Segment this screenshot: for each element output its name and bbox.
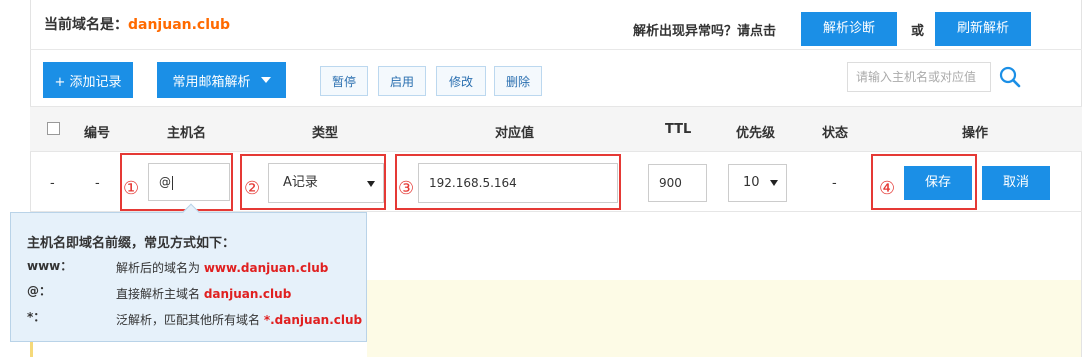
refresh-button[interactable]: 刷新解析 bbox=[935, 12, 1031, 46]
tooltip-example: www.danjuan.club bbox=[203, 261, 329, 275]
priority-value: 10 bbox=[743, 175, 760, 190]
col-actions: 操作 bbox=[962, 126, 989, 141]
notice-area bbox=[367, 280, 1081, 357]
annotation-box-2 bbox=[240, 154, 386, 210]
domain-prefix: 当前域名是： bbox=[44, 17, 128, 33]
status-value: - bbox=[832, 176, 837, 191]
annotation-marker-4: ④ bbox=[879, 178, 896, 199]
col-type: 类型 bbox=[312, 126, 339, 141]
caret-down-icon bbox=[260, 77, 271, 83]
tooltip-key-www: www： bbox=[27, 259, 73, 273]
annotation-marker-2: ② bbox=[244, 178, 261, 199]
annotation-box-3 bbox=[395, 154, 621, 210]
current-domain: 当前域名是：danjuan.club bbox=[44, 14, 230, 34]
tooltip-key-at: @： bbox=[27, 284, 52, 298]
tooltip-desc-at: 直接解析主域名 danjuan.club bbox=[116, 285, 291, 302]
mail-resolve-dropdown[interactable]: 常用邮箱解析 bbox=[157, 62, 286, 98]
tooltip-desc-text: 解析后的域名为 bbox=[116, 261, 201, 275]
annotation-marker-3: ③ bbox=[398, 178, 415, 199]
col-value: 对应值 bbox=[495, 126, 535, 141]
row-checkbox-placeholder: - bbox=[50, 176, 55, 191]
priority-select[interactable]: 10 bbox=[728, 164, 787, 202]
col-ttl: TTL bbox=[665, 122, 692, 137]
col-status: 状态 bbox=[822, 126, 849, 141]
add-record-button[interactable]: + 添加记录 bbox=[43, 62, 133, 98]
tooltip-desc-text: 直接解析主域名 bbox=[116, 287, 201, 301]
pause-button[interactable]: 暂停 bbox=[320, 66, 368, 96]
enable-button[interactable]: 启用 bbox=[378, 66, 426, 96]
tooltip-example: danjuan.club bbox=[203, 287, 292, 301]
annotation-marker-1: ① bbox=[123, 178, 140, 199]
mail-resolve-label: 常用邮箱解析 bbox=[172, 74, 251, 90]
col-priority: 优先级 bbox=[736, 126, 776, 141]
col-host: 主机名 bbox=[167, 126, 207, 141]
tooltip-key-wildcard: *： bbox=[27, 310, 46, 324]
ttl-input[interactable]: 900 bbox=[648, 164, 707, 202]
select-arrow-icon bbox=[770, 180, 778, 186]
diagnose-button[interactable]: 解析诊断 bbox=[801, 12, 897, 46]
tooltip-title: 主机名即域名前缀，常见方式如下： bbox=[27, 236, 236, 251]
domain-name: danjuan.club bbox=[128, 17, 231, 33]
col-number: 编号 bbox=[84, 126, 111, 141]
notice-edge bbox=[30, 340, 33, 357]
delete-button[interactable]: 删除 bbox=[494, 66, 542, 96]
tooltip-desc-wildcard: 泛解析，匹配其他所有域名 *.danjuan.club bbox=[116, 311, 362, 328]
cancel-button[interactable]: 取消 bbox=[982, 166, 1050, 200]
tooltip-example: *.danjuan.club bbox=[263, 313, 363, 327]
tooltip-desc-www: 解析后的域名为 www.danjuan.club bbox=[116, 259, 328, 276]
search-icon[interactable] bbox=[999, 66, 1021, 88]
diagnose-hint: 解析出现异常吗？请点击 bbox=[633, 24, 777, 39]
or-text: 或 bbox=[911, 24, 925, 39]
row-number: - bbox=[95, 176, 100, 191]
select-all-checkbox[interactable] bbox=[47, 122, 60, 135]
search-input[interactable]: 请输入主机名或对应值 bbox=[847, 62, 991, 92]
ttl-value: 900 bbox=[659, 176, 682, 190]
tooltip-desc-text: 泛解析，匹配其他所有域名 bbox=[116, 313, 261, 327]
modify-button[interactable]: 修改 bbox=[436, 66, 486, 96]
